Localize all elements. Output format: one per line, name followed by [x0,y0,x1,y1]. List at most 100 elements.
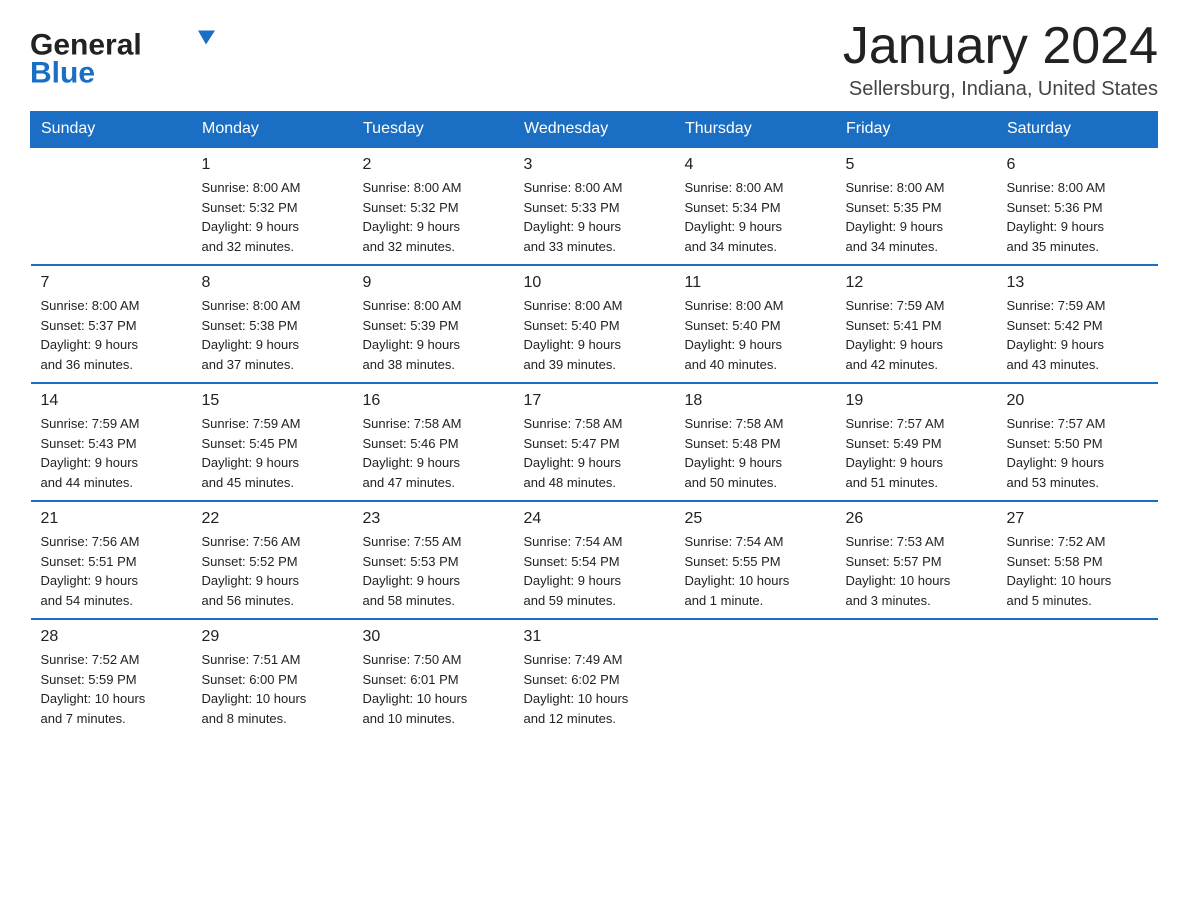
day-number: 24 [524,510,665,528]
day-info: Sunrise: 8:00 AM Sunset: 5:36 PM Dayligh… [1007,178,1148,256]
month-title: January 2024 [843,20,1158,72]
svg-text:Blue: Blue [30,57,95,90]
calendar-cell: 26 Sunrise: 7:53 AM Sunset: 5:57 PM Dayli… [836,501,997,619]
day-number: 6 [1007,156,1148,174]
day-number: 17 [524,392,665,410]
day-number: 16 [363,392,504,410]
location: Sellersburg, Indiana, United States [843,78,1158,101]
day-number: 5 [846,156,987,174]
day-info: Sunrise: 8:00 AM Sunset: 5:32 PM Dayligh… [363,178,504,256]
day-info: Sunrise: 7:57 AM Sunset: 5:49 PM Dayligh… [846,414,987,492]
day-info: Sunrise: 7:50 AM Sunset: 6:01 PM Dayligh… [363,650,504,728]
calendar-cell: 21Sunrise: 7:56 AM Sunset: 5:51 PM Dayli… [31,501,192,619]
day-info: Sunrise: 7:53 AM Sunset: 5:57 PM Dayligh… [846,532,987,610]
calendar-cell: 31 Sunrise: 7:49 AM Sunset: 6:02 PM Dayli… [514,619,675,736]
calendar-cell: 8 Sunrise: 8:00 AM Sunset: 5:38 PM Daylig… [192,265,353,383]
day-number: 28 [41,628,182,646]
calendar-cell: 5 Sunrise: 8:00 AM Sunset: 5:35 PM Daylig… [836,147,997,265]
calendar-cell: 3Sunrise: 8:00 AM Sunset: 5:33 PM Daylig… [514,147,675,265]
day-number: 25 [685,510,826,528]
day-number: 11 [685,274,826,292]
day-number: 9 [363,274,504,292]
calendar-cell: 22 Sunrise: 7:56 AM Sunset: 5:52 PM Dayli… [192,501,353,619]
day-info: Sunrise: 7:58 AM Sunset: 5:46 PM Dayligh… [363,414,504,492]
day-info: Sunrise: 8:00 AM Sunset: 5:40 PM Dayligh… [524,296,665,374]
day-number: 10 [524,274,665,292]
calendar-cell: 15 Sunrise: 7:59 AM Sunset: 5:45 PM Dayli… [192,383,353,501]
day-info: Sunrise: 8:00 AM Sunset: 5:40 PM Dayligh… [685,296,826,374]
day-info: Sunrise: 8:00 AM Sunset: 5:35 PM Dayligh… [846,178,987,256]
col-thursday: Thursday [675,112,836,148]
day-number: 19 [846,392,987,410]
calendar-cell: 19 Sunrise: 7:57 AM Sunset: 5:49 PM Dayli… [836,383,997,501]
calendar-cell: 13Sunrise: 7:59 AM Sunset: 5:42 PM Dayli… [997,265,1158,383]
day-number: 14 [41,392,182,410]
calendar-cell: 12 Sunrise: 7:59 AM Sunset: 5:41 PM Dayli… [836,265,997,383]
day-number: 26 [846,510,987,528]
day-info: Sunrise: 7:52 AM Sunset: 5:59 PM Dayligh… [41,650,182,728]
day-info: Sunrise: 7:55 AM Sunset: 5:53 PM Dayligh… [363,532,504,610]
day-info: Sunrise: 8:00 AM Sunset: 5:39 PM Dayligh… [363,296,504,374]
calendar-week-4: 21Sunrise: 7:56 AM Sunset: 5:51 PM Dayli… [31,501,1158,619]
title-block: January 2024 Sellersburg, Indiana, Unite… [843,20,1158,101]
calendar-cell: 20 Sunrise: 7:57 AM Sunset: 5:50 PM Dayli… [997,383,1158,501]
calendar-cell: 30 Sunrise: 7:50 AM Sunset: 6:01 PM Dayli… [353,619,514,736]
day-number: 30 [363,628,504,646]
day-info: Sunrise: 8:00 AM Sunset: 5:34 PM Dayligh… [685,178,826,256]
calendar-cell: 10 Sunrise: 8:00 AM Sunset: 5:40 PM Dayli… [514,265,675,383]
day-info: Sunrise: 8:00 AM Sunset: 5:38 PM Dayligh… [202,296,343,374]
day-info: Sunrise: 7:58 AM Sunset: 5:47 PM Dayligh… [524,414,665,492]
day-number: 22 [202,510,343,528]
calendar-cell: 29 Sunrise: 7:51 AM Sunset: 6:00 PM Dayli… [192,619,353,736]
col-tuesday: Tuesday [353,112,514,148]
day-info: Sunrise: 8:00 AM Sunset: 5:37 PM Dayligh… [41,296,182,374]
col-sunday: Sunday [31,112,192,148]
day-number: 13 [1007,274,1148,292]
calendar-table: Sunday Monday Tuesday Wednesday Thursday… [30,111,1158,736]
day-number: 15 [202,392,343,410]
logo: General Blue [30,20,230,90]
col-wednesday: Wednesday [514,112,675,148]
day-number: 8 [202,274,343,292]
calendar-cell: 2Sunrise: 8:00 AM Sunset: 5:32 PM Daylig… [353,147,514,265]
calendar-cell: 11 Sunrise: 8:00 AM Sunset: 5:40 PM Dayli… [675,265,836,383]
day-number: 18 [685,392,826,410]
day-info: Sunrise: 7:56 AM Sunset: 5:52 PM Dayligh… [202,532,343,610]
calendar-cell [31,147,192,265]
calendar-week-3: 14 Sunrise: 7:59 AM Sunset: 5:43 PM Dayli… [31,383,1158,501]
col-friday: Friday [836,112,997,148]
day-info: Sunrise: 7:52 AM Sunset: 5:58 PM Dayligh… [1007,532,1148,610]
day-number: 31 [524,628,665,646]
day-number: 7 [41,274,182,292]
day-info: Sunrise: 7:59 AM Sunset: 5:45 PM Dayligh… [202,414,343,492]
calendar-cell: 24Sunrise: 7:54 AM Sunset: 5:54 PM Dayli… [514,501,675,619]
day-info: Sunrise: 7:59 AM Sunset: 5:41 PM Dayligh… [846,296,987,374]
day-info: Sunrise: 7:58 AM Sunset: 5:48 PM Dayligh… [685,414,826,492]
calendar-cell: 27 Sunrise: 7:52 AM Sunset: 5:58 PM Dayli… [997,501,1158,619]
calendar-cell: 14 Sunrise: 7:59 AM Sunset: 5:43 PM Dayli… [31,383,192,501]
calendar-cell: 16 Sunrise: 7:58 AM Sunset: 5:46 PM Dayli… [353,383,514,501]
day-info: Sunrise: 7:56 AM Sunset: 5:51 PM Dayligh… [41,532,182,610]
page-header: General Blue January 2024 Sellersburg, I… [30,20,1158,101]
logo-svg: General Blue [30,20,230,90]
calendar-cell: 6 Sunrise: 8:00 AM Sunset: 5:36 PM Daylig… [997,147,1158,265]
calendar-cell: 1 Sunrise: 8:00 AM Sunset: 5:32 PM Daylig… [192,147,353,265]
day-info: Sunrise: 7:59 AM Sunset: 5:43 PM Dayligh… [41,414,182,492]
day-number: 29 [202,628,343,646]
day-number: 20 [1007,392,1148,410]
calendar-cell [675,619,836,736]
calendar-header-row: Sunday Monday Tuesday Wednesday Thursday… [31,112,1158,148]
day-info: Sunrise: 7:54 AM Sunset: 5:55 PM Dayligh… [685,532,826,610]
day-number: 1 [202,156,343,174]
day-info: Sunrise: 7:51 AM Sunset: 6:00 PM Dayligh… [202,650,343,728]
day-number: 27 [1007,510,1148,528]
col-monday: Monday [192,112,353,148]
calendar-cell: 17 Sunrise: 7:58 AM Sunset: 5:47 PM Dayli… [514,383,675,501]
day-info: Sunrise: 7:49 AM Sunset: 6:02 PM Dayligh… [524,650,665,728]
day-info: Sunrise: 7:57 AM Sunset: 5:50 PM Dayligh… [1007,414,1148,492]
day-info: Sunrise: 8:00 AM Sunset: 5:32 PM Dayligh… [202,178,343,256]
calendar-cell: 23Sunrise: 7:55 AM Sunset: 5:53 PM Dayli… [353,501,514,619]
calendar-cell: 25 Sunrise: 7:54 AM Sunset: 5:55 PM Dayli… [675,501,836,619]
col-saturday: Saturday [997,112,1158,148]
day-number: 12 [846,274,987,292]
